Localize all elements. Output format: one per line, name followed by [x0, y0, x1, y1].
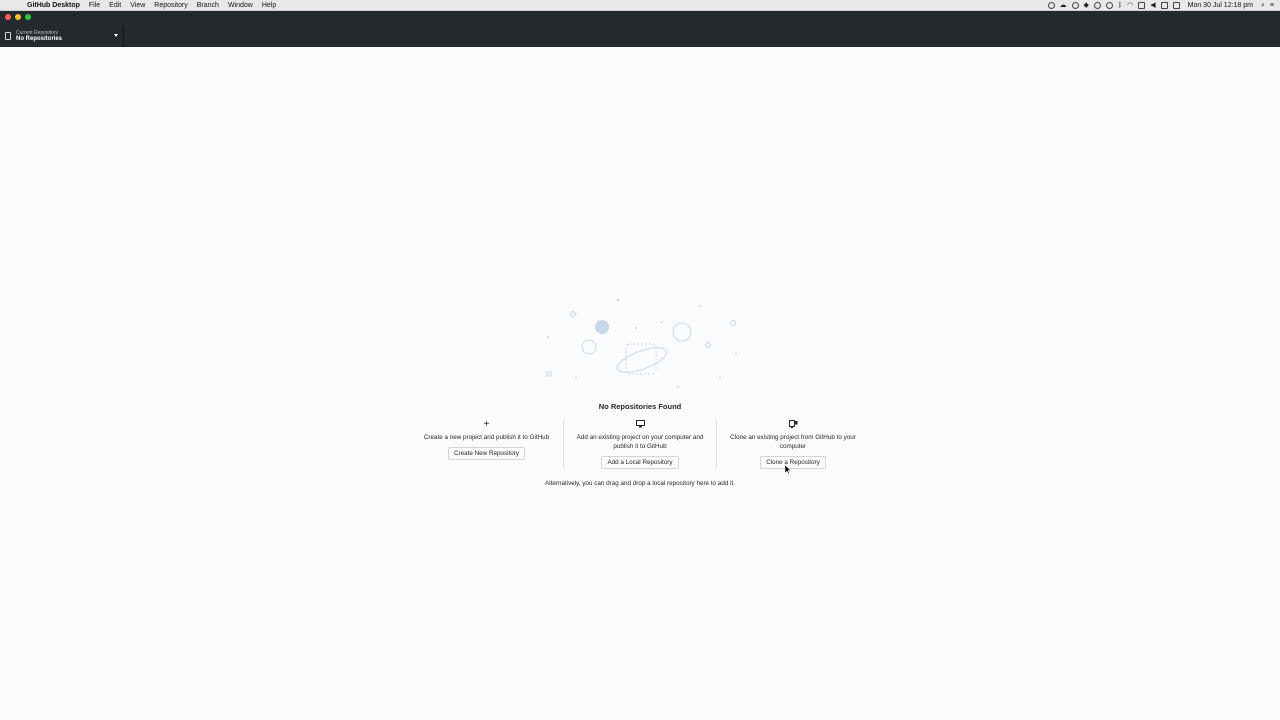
caret-down-icon: [114, 34, 118, 37]
menu-edit[interactable]: Edit: [109, 0, 121, 11]
sync-icon[interactable]: [1071, 2, 1079, 9]
volume-icon[interactable]: ◀: [1150, 0, 1155, 11]
zoom-window-button[interactable]: [25, 14, 31, 20]
create-repository-action: + Create a new project and publish it to…: [410, 419, 563, 469]
menu-help[interactable]: Help: [262, 0, 276, 11]
clone-repository-action: Clone an existing project from GitHub to…: [716, 419, 869, 469]
bluetooth-icon[interactable]: ᛒ: [1118, 0, 1122, 11]
flag-icon[interactable]: [1172, 2, 1180, 9]
desktop-icon: [564, 419, 716, 431]
menu-app-name[interactable]: GitHub Desktop: [27, 0, 80, 11]
space-illustration: [546, 298, 737, 388]
window-controls: [5, 14, 31, 20]
app-status-icon[interactable]: [1093, 2, 1101, 9]
notification-center-icon[interactable]: ≡: [1270, 0, 1274, 11]
create-repository-description: Create a new project and publish it to G…: [423, 434, 550, 441]
app-toolbar: Current Repository No Repositories: [0, 11, 1280, 47]
add-local-repository-action: Add an existing project on your computer…: [563, 419, 716, 469]
record-icon[interactable]: [1047, 2, 1055, 9]
wifi-icon[interactable]: ◠: [1127, 0, 1133, 11]
clone-repository-description: Clone an existing project from GitHub to…: [730, 434, 856, 450]
repo-clone-icon: [717, 419, 869, 431]
repo-icon: [5, 32, 11, 40]
add-local-repository-description: Add an existing project on your computer…: [576, 434, 704, 450]
menu-branch[interactable]: Branch: [197, 0, 219, 11]
menu-repository[interactable]: Repository: [154, 0, 187, 11]
mouse-cursor-icon: [785, 465, 791, 474]
menu-file[interactable]: File: [89, 0, 100, 11]
info-icon[interactable]: [1105, 2, 1113, 9]
minimize-window-button[interactable]: [15, 14, 21, 20]
plus-icon: +: [483, 419, 490, 430]
menu-view[interactable]: View: [130, 0, 145, 11]
add-local-repository-button[interactable]: Add a Local Repository: [601, 456, 679, 469]
repo-name: No Repositories: [16, 35, 63, 42]
current-repository-dropdown[interactable]: Current Repository No Repositories: [0, 25, 124, 47]
cloud-icon[interactable]: ☁: [1060, 0, 1067, 11]
close-window-button[interactable]: [5, 14, 11, 20]
blank-slate-actions: + Create a new project and publish it to…: [410, 419, 870, 469]
status-area: ☁ ◆ ᛒ ◠ ◀ Mon 30 Jul 12:18 pm ⌕ ≡: [1047, 0, 1274, 11]
dropbox-icon[interactable]: ◆: [1084, 0, 1089, 11]
blank-slate-title: No Repositories Found: [598, 402, 682, 411]
create-new-repository-button[interactable]: Create New Repository: [447, 447, 526, 460]
clone-repository-button[interactable]: Clone a Repository: [760, 456, 826, 469]
spotlight-icon[interactable]: ⌕: [1261, 0, 1265, 11]
menu-window[interactable]: Window: [228, 0, 253, 11]
drag-drop-hint: Alternatively, you can drag and drop a l…: [545, 480, 735, 487]
system-menu-bar: GitHub Desktop File Edit View Repository…: [0, 0, 1280, 11]
repo-text: Current Repository No Repositories: [16, 30, 62, 43]
no-repositories-view: No Repositories Found + Create a new pro…: [410, 292, 870, 502]
airplay-icon[interactable]: [1138, 2, 1146, 9]
clock[interactable]: Mon 30 Jul 12:18 pm: [1188, 0, 1253, 11]
battery-icon[interactable]: [1160, 2, 1168, 9]
